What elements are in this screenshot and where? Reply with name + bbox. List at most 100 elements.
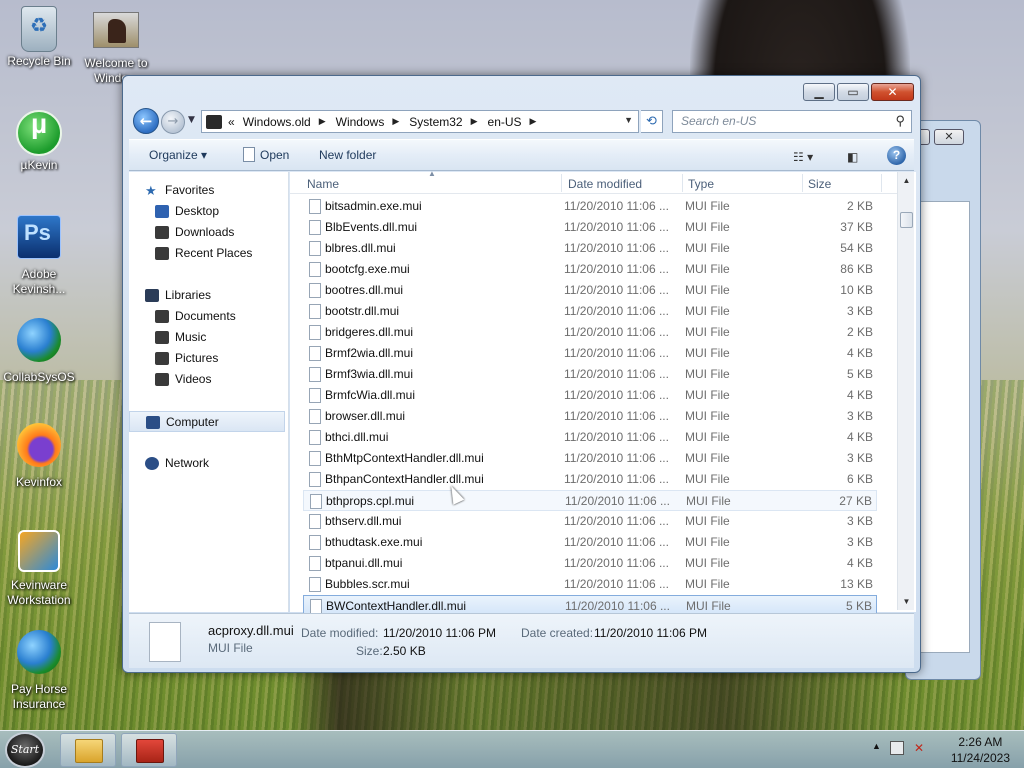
column-divider[interactable]: [802, 174, 803, 192]
nav-music[interactable]: Music: [129, 327, 287, 348]
nav-videos[interactable]: Videos: [129, 369, 287, 390]
desktop-icon-welcome[interactable]: Welcome to Windo...: [77, 6, 155, 86]
table-row[interactable]: bitsadmin.exe.mui 11/20/2010 11:06 ... MUI…: [303, 196, 877, 217]
breadcrumb-separator-icon[interactable]: ▶: [386, 116, 407, 127]
table-row[interactable]: bootres.dll.mui 11/20/2010 11:06 ... MUI F…: [303, 280, 877, 301]
table-row[interactable]: Bubbles.scr.mui 11/20/2010 11:06 ... MUI F…: [303, 574, 877, 595]
table-row[interactable]: bthserv.dll.mui 11/20/2010 11:06 ... MUI F…: [303, 511, 877, 532]
background-window-close-button[interactable]: ✕: [934, 129, 964, 145]
table-row[interactable]: BthpanContextHandler.dll.mui 11/20/2010 1…: [303, 469, 877, 490]
network-tray-icon[interactable]: [890, 741, 904, 755]
details-file-type: MUI File: [208, 641, 253, 655]
file-icon: [309, 451, 321, 466]
address-dropdown-icon[interactable]: ▼: [624, 115, 633, 125]
organize-button[interactable]: Organize ▾: [149, 148, 207, 162]
volume-muted-icon[interactable]: ✕: [914, 741, 928, 755]
table-row[interactable]: bthprops.cpl.mui 11/20/2010 11:06 ... MUI …: [303, 490, 877, 511]
table-row[interactable]: blbres.dll.mui 11/20/2010 11:06 ... MUI Fi…: [303, 238, 877, 259]
change-view-icon[interactable]: ☷ ▾: [793, 150, 813, 164]
desktop-icon-recycle-bin[interactable]: Recycle Bin: [0, 6, 78, 69]
back-button[interactable]: ←: [133, 108, 159, 134]
nav-network[interactable]: Network: [129, 453, 287, 474]
table-row[interactable]: bthudtask.exe.mui 11/20/2010 11:06 ... MUI…: [303, 532, 877, 553]
table-row[interactable]: bthci.dll.mui 11/20/2010 11:06 ... MUI Fil…: [303, 427, 877, 448]
refresh-button[interactable]: ⟲: [641, 110, 663, 133]
breadcrumb-windows-old[interactable]: Windows.old: [241, 115, 313, 129]
recent-pages-dropdown[interactable]: ▼: [188, 115, 198, 125]
details-size-label: Size:: [356, 644, 383, 658]
desktop-icon-label: Adobe Kevinsh...: [12, 267, 66, 296]
taskbar-toolbox-button[interactable]: [121, 733, 177, 767]
table-row[interactable]: Brmf2wia.dll.mui 11/20/2010 11:06 ... MUI …: [303, 343, 877, 364]
column-size[interactable]: Size: [808, 177, 831, 191]
nav-computer[interactable]: Computer: [129, 411, 285, 432]
nav-recent-places[interactable]: Recent Places: [129, 243, 287, 264]
help-icon[interactable]: ?: [887, 146, 906, 165]
start-button[interactable]: Start: [5, 732, 45, 768]
table-row[interactable]: BthMtpContextHandler.dll.mui 11/20/2010 1…: [303, 448, 877, 469]
scroll-down-icon[interactable]: ▼: [898, 593, 915, 610]
nav-desktop[interactable]: Desktop: [129, 201, 287, 222]
forward-button[interactable]: →: [161, 110, 185, 134]
desktop-icon-firefox[interactable]: Kevinfox: [0, 423, 78, 490]
column-divider[interactable]: [561, 174, 562, 192]
file-size: 6 KB: [846, 472, 873, 486]
desktop-icon-vmware[interactable]: Kevinware Workstation: [0, 530, 78, 608]
desktop-icon-pay-horse-insurance[interactable]: Pay Horse Insurance: [0, 630, 78, 712]
breadcrumb-separator-icon[interactable]: ▶: [524, 116, 545, 127]
show-hidden-icons-icon[interactable]: ▲: [872, 741, 881, 751]
column-date-modified[interactable]: Date modified: [568, 177, 642, 191]
details-date-modified: 11/20/2010 11:06 PM: [383, 626, 496, 640]
explorer-window[interactable]: ▁ ▭ ✕ ← → ▼ « Windows.old ▶ Windows ▶ Sy…: [122, 75, 921, 673]
taskbar-explorer-button[interactable]: [60, 733, 116, 767]
videos-icon: [155, 373, 169, 386]
search-input[interactable]: Search en-US ⚲: [672, 110, 912, 133]
search-icon[interactable]: ⚲: [895, 113, 905, 129]
desktop-icon-collabsysos[interactable]: CollabSysOS: [0, 318, 78, 385]
table-row[interactable]: btpanui.dll.mui 11/20/2010 11:06 ... MUI F…: [303, 553, 877, 574]
table-row[interactable]: Brmf3wia.dll.mui 11/20/2010 11:06 ... MUI …: [303, 364, 877, 385]
maximize-button[interactable]: ▭: [837, 83, 869, 101]
table-row[interactable]: bootcfg.exe.mui 11/20/2010 11:06 ... MUI F…: [303, 259, 877, 280]
minimize-button[interactable]: ▁: [803, 83, 835, 101]
column-headers: ▲ Name Date modified Type Size: [290, 169, 897, 194]
table-row[interactable]: browser.dll.mui 11/20/2010 11:06 ... MUI F…: [303, 406, 877, 427]
scroll-thumb[interactable]: [900, 212, 913, 228]
column-divider[interactable]: [881, 174, 882, 192]
file-name: blbres.dll.mui: [325, 241, 396, 255]
table-row[interactable]: BrmfcWia.dll.mui 11/20/2010 11:06 ... MUI …: [303, 385, 877, 406]
desktop-icon-utorrent[interactable]: µKevin: [0, 110, 78, 173]
open-button[interactable]: Open: [260, 148, 289, 162]
new-folder-button[interactable]: New folder: [319, 148, 376, 162]
column-name[interactable]: Name: [307, 177, 339, 191]
breadcrumb-windows[interactable]: Windows: [334, 115, 387, 129]
nav-downloads[interactable]: Downloads: [129, 222, 287, 243]
breadcrumb-separator-icon[interactable]: ▶: [465, 116, 486, 127]
desktop-icon-photoshop[interactable]: Adobe Kevinsh...: [0, 215, 78, 297]
breadcrumb-overflow[interactable]: «: [226, 115, 237, 129]
preview-pane-icon[interactable]: ◧: [847, 150, 858, 164]
table-row[interactable]: BlbEvents.dll.mui 11/20/2010 11:06 ... MUI…: [303, 217, 877, 238]
column-type[interactable]: Type: [688, 177, 714, 191]
nav-libraries[interactable]: Libraries: [129, 285, 287, 306]
breadcrumb-separator-icon[interactable]: ▶: [313, 116, 334, 127]
column-divider[interactable]: [682, 174, 683, 192]
address-bar[interactable]: « Windows.old ▶ Windows ▶ System32 ▶ en-…: [201, 110, 639, 133]
nav-documents[interactable]: Documents: [129, 306, 287, 327]
clock[interactable]: 2:26 AM 11/24/2023: [951, 734, 1010, 766]
file-date-modified: 11/20/2010 11:06 ...: [565, 494, 670, 508]
file-name: Brmf2wia.dll.mui: [325, 346, 414, 360]
file-date-modified: 11/20/2010 11:06 ...: [564, 514, 669, 528]
file-size: 4 KB: [846, 388, 873, 402]
nav-favorites[interactable]: ★ Favorites: [129, 180, 287, 201]
breadcrumb-en-us[interactable]: en-US: [486, 115, 524, 129]
table-row[interactable]: bridgeres.dll.mui 11/20/2010 11:06 ... MUI…: [303, 322, 877, 343]
table-row[interactable]: bootstr.dll.mui 11/20/2010 11:06 ... MUI F…: [303, 301, 877, 322]
nav-pictures[interactable]: Pictures: [129, 348, 287, 369]
breadcrumb-system32[interactable]: System32: [407, 115, 464, 129]
file-icon: [309, 472, 321, 487]
music-icon: [155, 331, 169, 344]
close-button[interactable]: ✕: [871, 83, 914, 101]
scroll-up-icon[interactable]: ▲: [898, 172, 915, 189]
vertical-scrollbar[interactable]: ▲ ▼: [897, 172, 914, 610]
